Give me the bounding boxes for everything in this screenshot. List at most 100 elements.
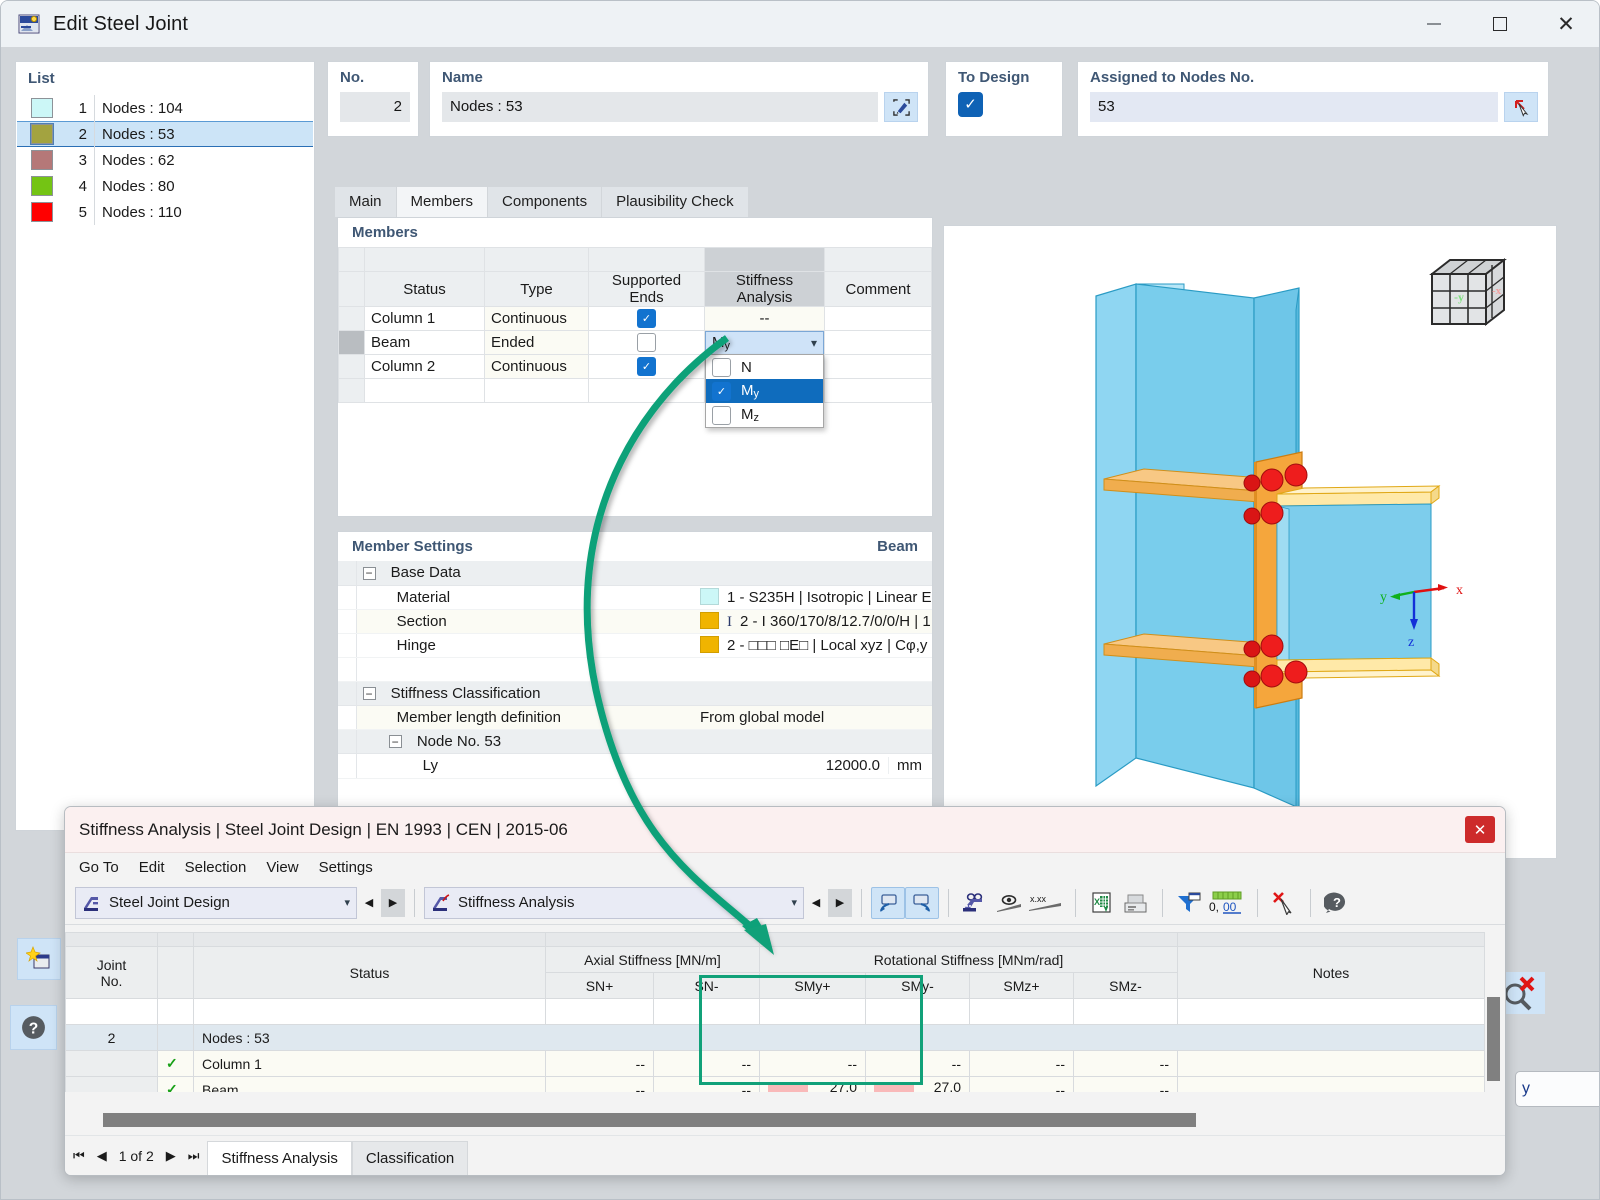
list-item[interactable]: 3 Nodes : 62 — [17, 147, 313, 173]
minimize-button[interactable] — [1401, 1, 1467, 47]
cell-status[interactable]: Column 2 — [365, 355, 485, 379]
list-item[interactable]: 5 Nodes : 110 — [17, 199, 313, 225]
tree-row-label-cell[interactable]: Ly — [356, 753, 648, 778]
collapse-icon[interactable]: − — [363, 567, 376, 580]
cell-smz-minus[interactable]: -- — [1074, 1051, 1178, 1077]
table-prev-button[interactable]: ◀ — [804, 889, 828, 917]
col-smz-minus[interactable]: SMz- — [1074, 973, 1178, 999]
row-handle[interactable] — [339, 307, 365, 331]
edit-pencil-icon[interactable] — [884, 92, 918, 122]
dropdown-option-my[interactable]: ✓ My — [706, 379, 823, 403]
menu-selection[interactable]: Selection — [185, 859, 247, 876]
decimal-places-icon[interactable]: x.xx — [1026, 887, 1066, 919]
next-page-button[interactable]: ▶ — [166, 1148, 176, 1164]
list-item[interactable]: 2 Nodes : 53 — [17, 121, 313, 147]
cell-stiffness-analysis[interactable]: My ▾ ✓ N ✓ My — [705, 331, 825, 355]
visibility-icon[interactable] — [992, 887, 1026, 919]
cell-comment[interactable] — [825, 331, 932, 355]
tree-row-value[interactable]: 12000.0 — [694, 757, 888, 774]
tree-row-section[interactable]: Section I2 - I 360/170/8/12.7/0/0/H | 1 … — [338, 609, 932, 633]
cell-supported-ends[interactable]: ✓ — [589, 307, 705, 331]
cell-empty[interactable] — [589, 379, 705, 403]
view-orientation-cube[interactable]: -y -x — [1426, 254, 1520, 334]
col-status[interactable]: Status — [194, 947, 546, 999]
tree-row-value-cell[interactable]: 2 - □□□ □E□ | Local xyz | Cφ,y … — [694, 633, 932, 657]
cell-empty[interactable] — [365, 379, 485, 403]
tab-plausibility-check[interactable]: Plausibility Check — [602, 187, 748, 217]
export-excel-icon[interactable]: X — [1085, 887, 1119, 919]
cell-sn-plus[interactable]: -- — [546, 1051, 654, 1077]
module-combobox[interactable]: Steel Joint Design ▾ — [75, 887, 357, 919]
module-next-button[interactable]: ▶ — [381, 889, 405, 917]
cell-status[interactable]: Beam — [194, 1077, 546, 1093]
no-value[interactable]: 2 — [340, 92, 410, 122]
list-item[interactable]: 1 Nodes : 104 — [17, 95, 313, 121]
pick-node-icon[interactable] — [1504, 92, 1538, 122]
tree-group-base-data[interactable]: − Base Data — [338, 561, 932, 585]
filter-icon[interactable] — [1172, 887, 1206, 919]
name-value[interactable]: Nodes : 53 — [442, 92, 878, 122]
tree-group-stiffness-classification[interactable]: − Stiffness Classification — [338, 681, 932, 705]
new-window-icon[interactable] — [17, 938, 61, 980]
tree-group-node-no[interactable]: − Node No. 53 — [338, 729, 932, 753]
dialog-tab-classification[interactable]: Classification — [352, 1141, 468, 1175]
dialog-close-button[interactable]: ✕ — [1465, 816, 1495, 843]
col-comment[interactable]: Comment — [825, 272, 932, 307]
number-format-icon[interactable]: 0, 00 — [1206, 887, 1248, 919]
joint-list[interactable]: 1 Nodes : 104 2 Nodes : 53 3 Nodes : 62 — [17, 95, 313, 829]
member-settings-tree[interactable]: − Base Data Material 1 - S235H | Isotrop… — [338, 561, 932, 779]
supported-ends-checkbox[interactable]: ✓ — [637, 333, 656, 352]
tab-members[interactable]: Members — [397, 187, 488, 217]
stiffness-analysis-dropdown[interactable]: ✓ N ✓ My ✓ Mz — [705, 354, 824, 428]
cell-status[interactable]: Column 1 — [194, 1051, 546, 1077]
col-joint-no[interactable]: Joint No. — [66, 947, 158, 999]
cell-status[interactable]: Beam — [365, 331, 485, 355]
tree-row-value-cell[interactable]: 1 - S235H | Isotropic | Linear Elastic — [694, 585, 932, 609]
prev-page-button[interactable]: ◀ — [97, 1148, 107, 1164]
help-bubble-icon[interactable]: ? — [1320, 887, 1354, 919]
cell-sn-plus[interactable]: -- — [546, 1077, 654, 1093]
row-handle-active[interactable] — [339, 331, 365, 355]
tab-main[interactable]: Main — [335, 187, 396, 217]
cell-smz-plus[interactable]: -- — [970, 1077, 1074, 1093]
stiffness-analysis-combobox[interactable]: My ▾ — [705, 331, 824, 355]
tree-row-member-length-definition[interactable]: Member length definition From global mod… — [338, 705, 932, 729]
option-checkbox[interactable]: ✓ — [712, 406, 731, 425]
collapse-icon[interactable]: − — [389, 735, 402, 748]
printout-icon[interactable] — [1119, 887, 1153, 919]
partial-button[interactable]: y — [1515, 1071, 1600, 1107]
table-combobox[interactable]: Stiffness Analysis ▾ — [424, 887, 804, 919]
tree-row-label-cell[interactable]: Hinge — [356, 633, 648, 657]
results-horizontal-scrollbar-thumb[interactable] — [103, 1113, 1196, 1127]
table-next-button[interactable]: ▶ — [828, 889, 852, 917]
menu-view[interactable]: View — [266, 859, 298, 876]
cell-stiffness-analysis[interactable]: -- — [705, 307, 825, 331]
module-prev-button[interactable]: ◀ — [357, 889, 381, 917]
tree-group-row[interactable]: − Stiffness Classification — [356, 681, 932, 705]
table-row[interactable]: Beam Ended ✓ My ▾ ✓ N — [339, 331, 932, 355]
undo-window-icon[interactable] — [871, 887, 905, 919]
col-smz-plus[interactable]: SMz+ — [970, 973, 1074, 999]
first-page-button[interactable]: ⏮ — [73, 1148, 85, 1164]
joint-3d-viewport[interactable]: x y z -y — [943, 225, 1557, 859]
tree-group-row[interactable]: − Node No. 53 — [356, 729, 932, 753]
assigned-nodes-value[interactable]: 53 — [1090, 92, 1498, 122]
results-horizontal-scrollbar-track[interactable] — [75, 1111, 1479, 1129]
cell-supported-ends[interactable]: ✓ — [589, 355, 705, 379]
tree-row-value[interactable]: From global model — [694, 705, 932, 729]
members-table[interactable]: Status Type Supported Ends Stiffness Ana… — [338, 247, 932, 403]
tree-row-hinge[interactable]: Hinge 2 - □□□ □E□ | Local xyz | Cφ,y … — [338, 633, 932, 657]
supported-ends-checkbox[interactable]: ✓ — [637, 309, 656, 328]
tree-group-row[interactable]: − Base Data — [356, 561, 932, 585]
chevron-down-icon[interactable]: ▾ — [791, 896, 797, 909]
close-button[interactable]: ✕ — [1533, 1, 1599, 47]
list-item[interactable]: 4 Nodes : 80 — [17, 173, 313, 199]
cell-smz-plus[interactable]: -- — [970, 1051, 1074, 1077]
to-design-checkbox[interactable]: ✓ — [958, 92, 983, 117]
cell-notes[interactable] — [1178, 1077, 1485, 1093]
view-settings-icon[interactable] — [958, 887, 992, 919]
collapse-icon[interactable]: − — [363, 687, 376, 700]
col-supported-ends[interactable]: Supported Ends — [589, 272, 705, 307]
results-vertical-scrollbar-thumb[interactable] — [1487, 997, 1500, 1081]
row-handle[interactable] — [339, 379, 365, 403]
